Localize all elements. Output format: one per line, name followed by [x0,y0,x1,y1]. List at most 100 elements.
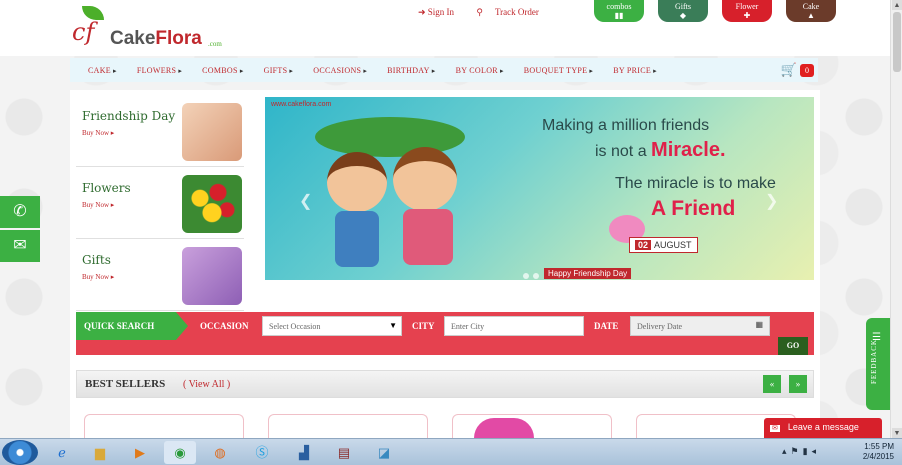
vertical-scrollbar[interactable]: ▲ ▼ [890,0,902,438]
carousel-prev-button[interactable]: « [763,375,781,393]
top-tab-icon: ▲ [807,11,815,20]
carousel-next-button[interactable]: » [789,375,807,393]
start-button[interactable] [2,440,38,465]
email-button[interactable]: ✉ [0,230,40,262]
product-card[interactable] [84,414,244,438]
next-slide-icon[interactable]: ❯ [765,191,778,211]
top-tab-label: Flower [735,2,759,11]
banner-line2: is not a Miracle. [595,139,726,161]
media-player-icon[interactable]: ▶ [124,441,156,464]
phone-icon: ✆ [13,203,27,220]
go-button[interactable]: GO [778,337,808,355]
nav-item-by-price[interactable]: BY PRICE [613,66,657,75]
firefox-icon[interactable]: ◍ [204,441,236,464]
site-header: cf CakeFlora .com ➜ Sign In ⚲ Track Orde… [0,0,890,56]
hero-banner[interactable]: www.cakeflora.com Making a million frien… [265,97,814,280]
occasion-label: OCCASION [200,321,249,331]
promo-title: Flowers [82,181,131,195]
top-tab-combos[interactable]: combos ▮▮ [594,0,644,22]
top-tab-icon: ◆ [679,11,687,20]
girl-illustration [393,147,457,211]
nav-item-gifts[interactable]: GIFTS [264,66,294,75]
best-sellers-title: BEST SELLERS [85,378,166,390]
side-promos: Friendship Day Buy Now ▸ Flowers Buy Now… [76,97,244,313]
chrome-icon[interactable]: ◉ [164,441,196,464]
system-tray-icons[interactable]: ▴⚑▮◂ [782,446,820,457]
buy-now-link[interactable]: Buy Now ▸ [82,201,114,209]
top-tab-label: Gifts [675,2,691,11]
gift-box-image [182,247,242,305]
heart-cake-image [474,418,534,438]
top-tab-flower[interactable]: Flower ✚ [722,0,772,22]
calendar-icon: ▦ [755,320,763,329]
clock[interactable]: 1:55 PM 2/4/2015 [863,442,894,462]
best-sellers-bar: BEST SELLERS ( View All ) « » [76,370,814,398]
cart-icon: 🛒 [780,62,797,77]
nav-item-birthday[interactable]: BIRTHDAY [387,66,435,75]
nav-item-cake[interactable]: CAKE [88,66,117,75]
occasion-select[interactable]: Select Occasion ▼ [262,316,402,336]
banner-line1: Making a million friends [542,117,710,134]
scroll-thumb[interactable] [893,12,901,72]
account-links: ➜ Sign In ⚲ Track Order [418,7,559,18]
buy-now-link[interactable]: Buy Now ▸ [82,273,114,281]
top-tab-gifts[interactable]: Gifts ◆ [658,0,708,22]
banner-line4: A Friend [651,197,736,220]
city-input[interactable]: Enter City [444,316,584,336]
banner-site: www.cakeflora.com [271,101,332,108]
envelope-icon: ✉ [13,237,27,254]
promo-gifts[interactable]: Gifts Buy Now ▸ [76,241,244,311]
flower-bouquet-image [182,175,242,233]
main-nav: CAKE FLOWERS COMBOS GIFTS OCCASIONS BIRTHDAY B… [70,58,818,82]
product-card[interactable] [268,414,428,438]
app-icon[interactable]: ▟ [288,441,320,464]
promo-friendship[interactable]: Friendship Day Buy Now ▸ [76,97,244,167]
scroll-down-icon[interactable]: ▼ [892,428,902,438]
notepad-icon[interactable]: ◪ [368,441,400,464]
dropdown-arrow-icon: ▼ [389,321,397,330]
friendship-band-image [182,103,242,161]
buy-now-link[interactable]: Buy Now ▸ [82,129,114,137]
boy-illustration [327,152,387,212]
logo-name: CakeFlora [110,28,202,49]
top-tab-icon: ✚ [743,11,751,20]
internet-explorer-icon[interactable]: ℯ [46,441,78,464]
feedback-tab[interactable]: ☰ FEEDBACK [866,318,890,410]
nav-item-combos[interactable]: COMBOS [202,66,243,75]
quick-search: QUICK SEARCH OCCASION Select Occasion ▼ C… [76,312,814,355]
phone-button[interactable]: ✆ [0,196,40,228]
boy-body [335,211,379,267]
promo-title: Friendship Day [82,109,176,123]
cart-button[interactable]: 🛒 0 [781,62,814,78]
envelope-icon: ✉ [770,425,780,432]
quick-search-label: QUICK SEARCH [76,312,188,340]
scroll-up-icon[interactable]: ▲ [892,0,902,10]
view-all-link[interactable]: ( View All ) [183,379,230,390]
track-order-link[interactable]: ⚲ Track Order [476,7,549,17]
feedback-label: FEEDBACK [870,339,878,384]
logo-mark: cf [72,18,95,46]
girl-body [403,209,453,265]
top-tab-label: Cake [802,2,820,11]
banner-date: 02 AUGUST [629,237,698,253]
delivery-date-input[interactable]: Delivery Date ▦ [630,316,770,336]
date-label: DATE [594,321,619,331]
prev-slide-icon[interactable]: ❮ [299,191,312,211]
top-tab-cake[interactable]: Cake ▲ [786,0,836,22]
nav-item-by-color[interactable]: BY COLOR [456,66,504,75]
signin-link[interactable]: ➜ Sign In [418,7,464,17]
folder-icon[interactable]: ▆ [84,441,116,464]
location-pin-icon: ⚲ [476,7,483,17]
promo-flowers[interactable]: Flowers Buy Now ▸ [76,169,244,239]
winrar-icon[interactable]: ▤ [328,441,360,464]
nav-item-bouquet-type[interactable]: BOUQUET TYPE [524,66,593,75]
promo-title: Gifts [82,253,111,267]
nav-item-flowers[interactable]: FLOWERS [137,66,182,75]
windows-taskbar: ℯ ▆ ▶ ◉ ◍ Ⓢ ▟ ▤ ◪ ▴⚑▮◂ 1:55 PM 2/4/2015 [0,438,902,465]
leave-message-button[interactable]: ✉ Leave a message [764,418,882,438]
slide-dots[interactable] [523,273,539,279]
nav-item-occasions[interactable]: OCCASIONS [313,66,367,75]
cakeflora-logo[interactable]: cf CakeFlora .com [72,6,232,52]
banner-caption: Happy Friendship Day [544,268,632,279]
skype-icon[interactable]: Ⓢ [246,441,278,464]
